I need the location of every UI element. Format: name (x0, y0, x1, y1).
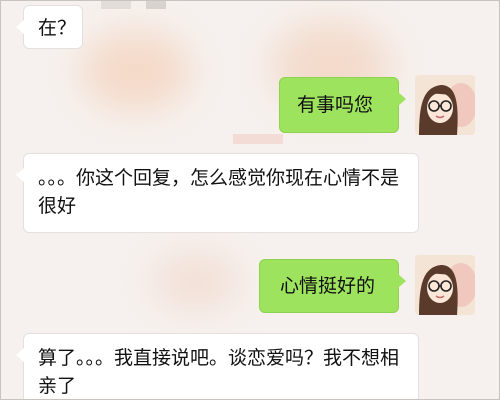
message-bubble-received[interactable]: 算了。。。我直接说吧。谈恋爱吗？我不想相亲了 (16, 333, 419, 399)
message-text: 算了。。。我直接说吧。谈恋爱吗？我不想相亲了 (38, 347, 400, 397)
message-text: 。。。你这个回复，怎么感觉你现在心情不是很好 (38, 167, 400, 217)
background-strip (101, 1, 131, 9)
message-bubble-received[interactable]: 。。。你这个回复，怎么感觉你现在心情不是很好 (16, 153, 419, 233)
background-blur (151, 251, 241, 311)
message-text: 在？ (38, 17, 77, 39)
message-bubble-sent[interactable]: 心情挺好的 (259, 259, 406, 313)
chat-screenshot: 在？ 有事吗您 。。。你这个回复，怎么感觉你现在心情不是很好 心情挺好的 算了。… (0, 0, 500, 400)
avatar-girl-glasses-icon[interactable] (415, 75, 475, 135)
avatar-girl-glasses-icon[interactable] (415, 255, 475, 315)
message-text: 有事吗您 (297, 94, 374, 116)
background-blur (81, 31, 191, 111)
message-bubble-sent[interactable]: 有事吗您 (279, 77, 406, 133)
message-text: 心情挺好的 (280, 275, 376, 297)
background-strip (233, 134, 283, 144)
background-strip (146, 1, 166, 9)
message-bubble-received[interactable]: 在？ (16, 5, 83, 49)
